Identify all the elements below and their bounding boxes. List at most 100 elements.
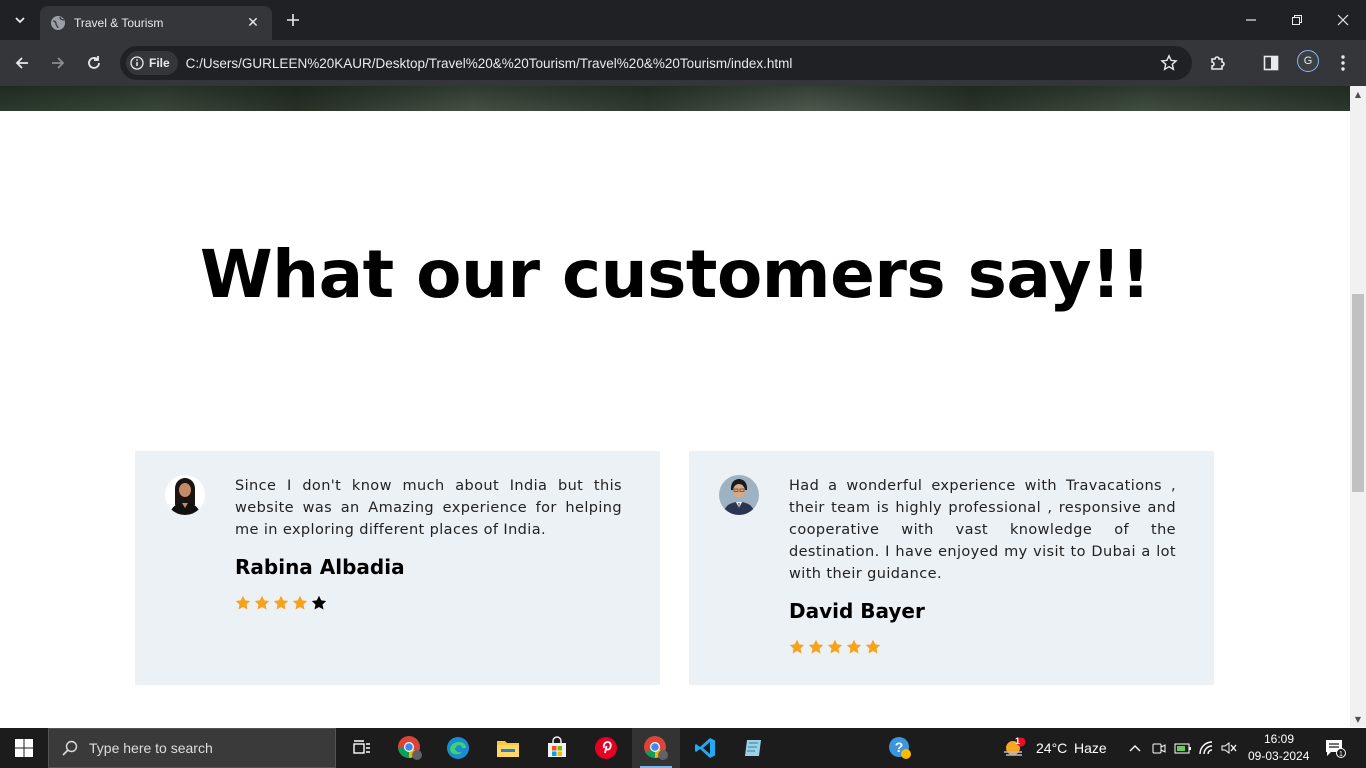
windows-logo-icon bbox=[15, 739, 33, 757]
puzzle-icon bbox=[1211, 56, 1225, 70]
speaker-muted-icon bbox=[1221, 742, 1237, 754]
info-icon bbox=[130, 56, 144, 70]
star-filled-icon bbox=[846, 639, 862, 654]
minimize-button[interactable] bbox=[1228, 6, 1274, 34]
taskbar-chrome-profile[interactable] bbox=[386, 728, 434, 768]
help-icon: ? bbox=[889, 737, 911, 759]
meet-now-icon[interactable] bbox=[1148, 728, 1170, 768]
address-bar[interactable]: File C:/Users/GURLEEN%20KAUR/Desktop/Tra… bbox=[120, 46, 1192, 80]
pinterest-icon bbox=[595, 737, 617, 759]
rating-stars bbox=[235, 595, 327, 611]
star-filled-icon bbox=[235, 595, 251, 610]
taskbar-chrome-active[interactable] bbox=[632, 728, 680, 768]
person-photo-icon bbox=[719, 475, 759, 515]
taskbar-app[interactable] bbox=[730, 728, 778, 768]
star-filled-icon bbox=[292, 595, 308, 610]
star-filled-icon bbox=[827, 639, 843, 654]
star-filled-icon bbox=[254, 595, 270, 610]
battery-icon[interactable] bbox=[1172, 728, 1194, 768]
close-icon bbox=[1337, 14, 1349, 26]
edge-icon bbox=[447, 737, 469, 759]
minimize-icon bbox=[1246, 19, 1256, 21]
star-empty-icon bbox=[311, 595, 327, 610]
taskbar-get-help[interactable]: ? bbox=[876, 728, 924, 768]
notes-app-icon bbox=[745, 740, 761, 756]
globe-icon bbox=[51, 16, 65, 30]
browser-toolbar: File C:/Users/GURLEEN%20KAUR/Desktop/Tra… bbox=[0, 40, 1366, 86]
side-panel-button[interactable] bbox=[1259, 51, 1283, 75]
customer-avatar-male bbox=[719, 475, 759, 515]
testimonials-heading: What our customers say!! bbox=[199, 236, 1151, 313]
hero-image-bottom bbox=[0, 86, 1350, 111]
browser-menu-button[interactable] bbox=[1331, 51, 1355, 75]
notification-count: 1 bbox=[1339, 751, 1343, 758]
chrome-icon bbox=[644, 736, 668, 760]
kebab-menu-icon bbox=[1341, 55, 1345, 71]
profile-avatar[interactable]: G bbox=[1297, 50, 1319, 72]
new-tab-button[interactable] bbox=[281, 8, 305, 32]
folder-icon bbox=[497, 741, 519, 757]
show-hidden-icons[interactable] bbox=[1123, 728, 1147, 768]
clock-date[interactable]: 09-03-2024 bbox=[1248, 749, 1309, 763]
weather-description[interactable]: Haze bbox=[1074, 740, 1107, 756]
page-viewport: What our customers say!! Since I don't k… bbox=[0, 86, 1350, 727]
notification-icon: 1 bbox=[1326, 740, 1346, 758]
extensions-button[interactable] bbox=[1206, 51, 1230, 75]
network-icon[interactable] bbox=[1196, 728, 1218, 768]
testimonial-card: Since I don't know much about India but … bbox=[135, 451, 660, 685]
restore-button[interactable] bbox=[1274, 6, 1320, 34]
scrollbar-thumb[interactable] bbox=[1352, 294, 1364, 492]
scroll-down-arrow-icon[interactable]: ▼ bbox=[1350, 711, 1366, 727]
browser-tab-bar: Travel & Tourism ✕ bbox=[0, 0, 1366, 40]
weather-badge: 1 bbox=[1015, 736, 1021, 746]
site-info-chip[interactable]: File bbox=[126, 51, 178, 75]
url-text[interactable]: C:/Users/GURLEEN%20KAUR/Desktop/Travel%2… bbox=[186, 56, 793, 71]
camera-icon bbox=[1152, 743, 1166, 754]
page-scrollbar[interactable]: ▲ ▼ bbox=[1350, 86, 1366, 727]
customer-name: David Bayer bbox=[789, 599, 925, 623]
search-icon bbox=[62, 740, 78, 756]
customer-avatar-female bbox=[165, 475, 205, 515]
taskbar-store[interactable] bbox=[533, 728, 581, 768]
taskbar-pinterest[interactable] bbox=[582, 728, 630, 768]
wifi-icon bbox=[1199, 741, 1213, 755]
star-filled-icon bbox=[865, 639, 881, 654]
browser-tab-active[interactable]: Travel & Tourism ✕ bbox=[40, 6, 272, 40]
scroll-up-arrow-icon[interactable]: ▲ bbox=[1350, 86, 1366, 102]
restore-icon bbox=[1292, 15, 1302, 25]
arrow-left-icon bbox=[15, 57, 28, 69]
chevron-up-icon bbox=[1129, 745, 1141, 752]
sun-haze-icon bbox=[1004, 737, 1026, 756]
reload-button[interactable] bbox=[80, 49, 108, 77]
task-view-button[interactable] bbox=[338, 728, 386, 768]
search-placeholder: Type here to search bbox=[89, 740, 213, 756]
tab-search-button[interactable] bbox=[8, 8, 32, 32]
weather-widget-icon[interactable] bbox=[992, 728, 1036, 768]
start-button[interactable] bbox=[0, 728, 48, 768]
person-photo-icon bbox=[165, 475, 205, 515]
weather-temperature[interactable]: 24°C bbox=[1036, 740, 1067, 756]
reload-icon bbox=[88, 56, 100, 69]
star-filled-icon bbox=[808, 639, 824, 654]
taskbar-edge[interactable] bbox=[434, 728, 482, 768]
forward-button[interactable] bbox=[44, 49, 72, 77]
bookmark-star-icon[interactable] bbox=[1160, 54, 1178, 72]
tab-title: Travel & Tourism bbox=[74, 16, 164, 30]
task-view-icon bbox=[353, 740, 370, 754]
close-tab-icon[interactable]: ✕ bbox=[244, 15, 262, 31]
volume-icon[interactable] bbox=[1218, 728, 1240, 768]
battery-charging-icon bbox=[1174, 743, 1191, 754]
testimonial-card: Had a wonderful experience with Travacat… bbox=[689, 451, 1214, 685]
taskbar-search[interactable]: Type here to search bbox=[48, 728, 336, 768]
clock-time[interactable]: 16:09 bbox=[1264, 732, 1294, 746]
vscode-icon bbox=[695, 738, 715, 758]
windows-taskbar: Type here to search ? 1 24°C Haze 16:09 … bbox=[0, 728, 1366, 768]
close-window-button[interactable] bbox=[1320, 6, 1366, 34]
taskbar-file-explorer[interactable] bbox=[484, 728, 532, 768]
back-button[interactable] bbox=[8, 49, 36, 77]
star-filled-icon bbox=[789, 639, 805, 654]
notification-center-button[interactable]: 1 bbox=[1318, 728, 1352, 768]
taskbar-vscode[interactable] bbox=[681, 728, 729, 768]
plus-icon bbox=[287, 14, 299, 26]
chip-label: File bbox=[149, 56, 170, 70]
